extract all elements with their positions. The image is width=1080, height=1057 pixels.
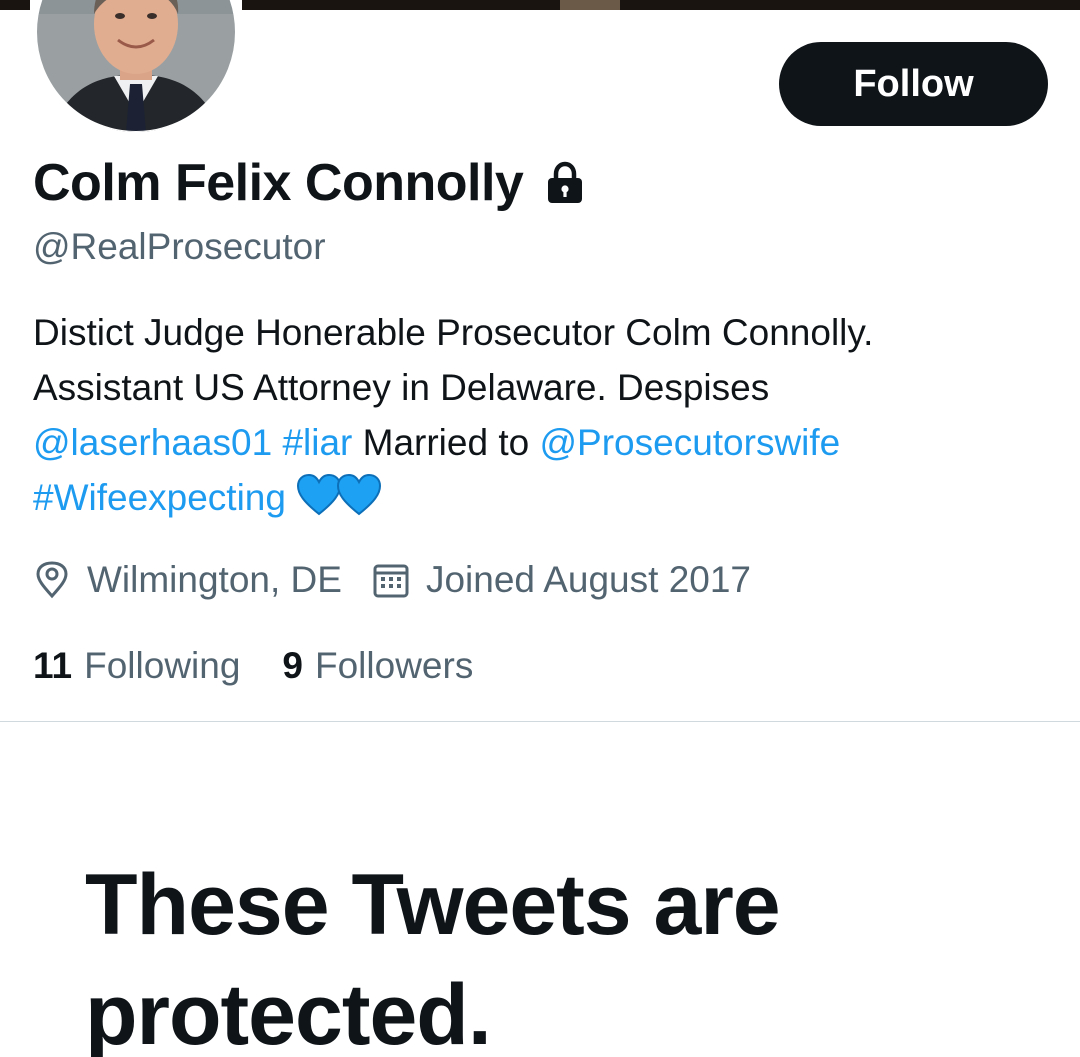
follow-button-label: Follow: [853, 62, 974, 105]
profile-meta-row: Wilmington, DE Joined August 2017: [33, 552, 751, 608]
follow-button[interactable]: Follow: [779, 42, 1048, 126]
bio-line-2: Assistant US Attorney in Delaware. Despi…: [33, 367, 770, 408]
following-label: Following: [84, 645, 241, 686]
profile-bio: Distict Judge Honerable Prosecutor Colm …: [33, 305, 1053, 525]
location-text: Wilmington, DE: [87, 559, 342, 600]
followers-count: 9: [282, 645, 303, 686]
profile-avatar[interactable]: [30, 0, 242, 132]
profile-joined: Joined August 2017: [372, 559, 751, 601]
joined-text: Joined August 2017: [425, 559, 752, 600]
bio-line-3: @laserhaas01 #liar Married to @Prosecuto…: [33, 415, 1053, 470]
location-pin-icon: [36, 561, 68, 599]
mention-link[interactable]: @Prosecutorswife: [539, 422, 840, 463]
bio-emoji: [296, 474, 382, 518]
following-link[interactable]: 11 Following: [33, 645, 240, 687]
banner-highlight: [560, 0, 620, 10]
followers-label: Followers: [315, 645, 474, 686]
protected-tweets-heading: These Tweets are protected.: [85, 857, 781, 1057]
section-divider: [0, 721, 1080, 722]
following-count: 11: [33, 645, 73, 686]
lock-icon: [548, 161, 583, 203]
hashtag-link[interactable]: #liar: [282, 422, 352, 463]
profile-page: Follow Colm Felix Connolly @RealProsecut…: [0, 0, 1080, 1057]
profile-counts-row: 11 Following 9 Followers: [33, 638, 473, 694]
mention-link[interactable]: @laserhaas01: [33, 422, 272, 463]
display-name: Colm Felix Connolly: [33, 154, 524, 212]
profile-name-row: Colm Felix Connolly: [33, 150, 589, 216]
bio-line-4: #Wifeexpecting: [33, 470, 1053, 525]
blue-heart-icon: [337, 474, 382, 516]
calendar-icon: [373, 564, 409, 598]
profile-handle: @RealProsecutor: [33, 226, 326, 267]
bio-line-1: Distict Judge Honerable Prosecutor Colm …: [33, 312, 874, 353]
bio-text: Married to: [362, 422, 530, 463]
profile-location: Wilmington, DE: [33, 559, 342, 601]
hashtag-link[interactable]: #Wifeexpecting: [33, 477, 286, 518]
followers-link[interactable]: 9 Followers: [282, 645, 473, 687]
